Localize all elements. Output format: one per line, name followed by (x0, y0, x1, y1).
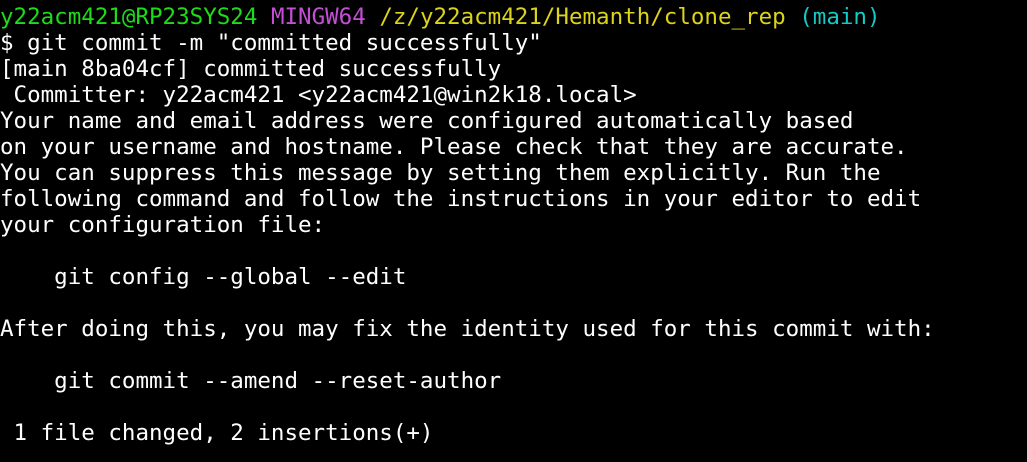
prompt-system: MINGW64 (270, 4, 366, 30)
prompt-branch: (main) (799, 4, 881, 30)
prompt-user-host: y22acm421@RP23SYS24 (0, 4, 258, 30)
output-line: following command and follow the instruc… (0, 186, 922, 212)
output-line: git config --global --edit (0, 264, 407, 290)
output-line: Your name and email address were configu… (0, 108, 854, 134)
output-line: After doing this, you may fix the identi… (0, 316, 935, 342)
output-line: Committer: y22acm421 <y22acm421@win2k18.… (0, 82, 637, 108)
prompt-line: y22acm421@RP23SYS24 MINGW64 /z/y22acm421… (0, 4, 881, 30)
terminal-window[interactable]: y22acm421@RP23SYS24 MINGW64 /z/y22acm421… (0, 0, 1027, 462)
output-line: 1 file changed, 2 insertions(+) (0, 420, 434, 446)
command-text: git commit -m "committed successfully" (27, 30, 542, 56)
prompt-path: /z/y22acm421/Hemanth/clone_rep (379, 4, 786, 30)
output-line: on your username and hostname. Please ch… (0, 134, 908, 160)
output-line: You can suppress this message by setting… (0, 160, 881, 186)
output-line: your configuration file: (0, 212, 326, 238)
command-line: $ git commit -m "committed successfully" (0, 30, 542, 56)
output-line: git commit --amend --reset-author (0, 368, 502, 394)
prompt-symbol: $ (0, 30, 14, 56)
output-line: [main 8ba04cf] committed successfully (0, 56, 502, 82)
